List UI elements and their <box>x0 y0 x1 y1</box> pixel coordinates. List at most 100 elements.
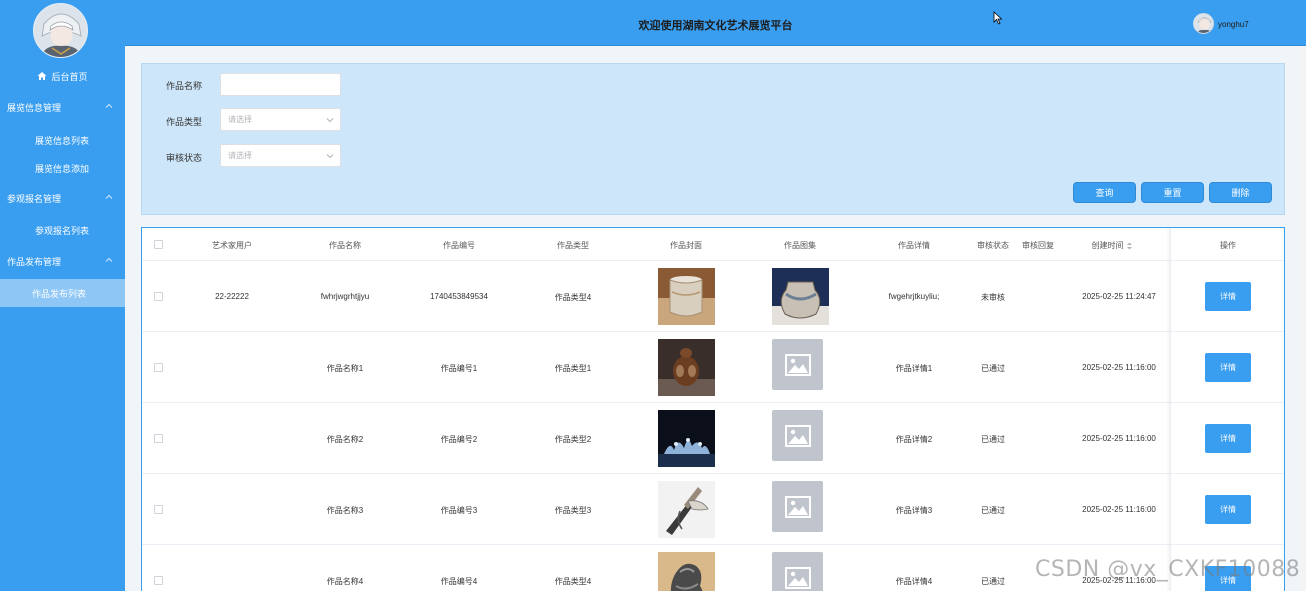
image-placeholder-icon <box>784 566 811 589</box>
detail-button[interactable]: 详情 <box>1205 353 1251 382</box>
select-all-checkbox[interactable] <box>154 240 163 249</box>
sidebar-item-works-list[interactable]: 作品发布列表 <box>0 279 125 307</box>
col-detail: 作品详情 <box>898 241 930 250</box>
row-checkbox[interactable] <box>154 292 163 301</box>
image-placeholder-icon <box>784 495 811 518</box>
sidebar-home[interactable]: 后台首页 <box>0 69 125 83</box>
menu-group-visit[interactable]: 参观报名管理 <box>0 188 125 208</box>
cell-type: 作品类型3 <box>554 506 592 515</box>
chevron-down-icon <box>326 118 334 123</box>
chevron-up-icon <box>105 257 113 262</box>
menu-group-label: 作品发布管理 <box>7 256 62 267</box>
gallery-placeholder[interactable] <box>772 552 823 591</box>
col-name: 作品名称 <box>329 241 361 250</box>
cell-name: 作品名称2 <box>326 435 364 444</box>
cell-name: 作品名称3 <box>326 506 364 515</box>
cover-image[interactable] <box>658 410 715 467</box>
cell-status: 已通过 <box>981 435 1005 444</box>
cell-created: 2025-02-25 11:16:00 <box>1082 434 1156 443</box>
cell-code: 作品编号4 <box>440 577 478 586</box>
type-select-placeholder: 请选择 <box>228 115 252 124</box>
chevron-up-icon <box>105 103 113 108</box>
col-cover: 作品封面 <box>670 241 702 250</box>
sidebar-item-exhibition-list[interactable]: 展览信息列表 <box>0 131 125 149</box>
sidebar-item-visit-list[interactable]: 参观报名列表 <box>0 221 125 239</box>
name-input[interactable] <box>220 73 341 96</box>
cell-code: 作品编号1 <box>440 364 478 373</box>
cell-type: 作品类型1 <box>554 364 592 373</box>
status-label: 审核状态 <box>166 153 203 163</box>
menu-group-works[interactable]: 作品发布管理 <box>0 251 125 271</box>
watermark: CSDN @vx_CXKF10088 <box>1035 557 1301 582</box>
table-row: 作品名称1 作品编号1 作品类型1 作品详情1 已通过 2025-02-25 1… <box>142 332 1284 403</box>
status-select-placeholder: 请选择 <box>228 151 252 160</box>
sidebar-item-label: 展览信息添加 <box>35 163 90 174</box>
cell-code: 作品编号2 <box>440 435 478 444</box>
sidebar-item-label: 参观报名列表 <box>35 225 90 236</box>
cell-status: 已通过 <box>981 506 1005 515</box>
cover-image[interactable] <box>658 268 715 325</box>
type-select[interactable]: 请选择 <box>220 108 341 131</box>
gallery-placeholder[interactable] <box>772 339 823 390</box>
user-avatar[interactable] <box>1193 13 1214 34</box>
sidebar-item-exhibition-add[interactable]: 展览信息添加 <box>0 159 125 177</box>
gallery-placeholder[interactable] <box>772 481 823 532</box>
sidebar-item-label: 作品发布列表 <box>32 288 87 299</box>
cover-image[interactable] <box>658 339 715 396</box>
col-code: 作品编号 <box>443 241 475 250</box>
reset-button[interactable]: 重置 <box>1141 182 1204 203</box>
cell-created: 2025-02-25 11:16:00 <box>1082 505 1156 514</box>
works-table: 艺术家用户 作品名称 作品编号 作品类型 作品封面 作品图集 作品详情 审核状态… <box>141 227 1285 591</box>
mouse-cursor-icon <box>993 11 1003 25</box>
menu-group-label: 展览信息管理 <box>7 102 62 113</box>
table-header: 艺术家用户 作品名称 作品编号 作品类型 作品封面 作品图集 作品详情 审核状态… <box>142 228 1284 261</box>
sidebar-item-label: 展览信息列表 <box>35 135 90 146</box>
cell-detail: 作品详情1 <box>895 364 933 373</box>
detail-button[interactable]: 详情 <box>1205 424 1251 453</box>
image-placeholder-icon <box>784 353 811 376</box>
cell-type: 作品类型4 <box>554 577 592 586</box>
cell-code: 1740453849534 <box>430 292 488 301</box>
menu-group-exhibition[interactable]: 展览信息管理 <box>0 97 125 117</box>
col-created-label: 创建时间 <box>1091 241 1124 250</box>
status-select[interactable]: 请选择 <box>220 144 341 167</box>
cell-status: 已通过 <box>981 364 1005 373</box>
col-gallery: 作品图集 <box>784 241 816 250</box>
type-label: 作品类型 <box>166 117 203 127</box>
sidebar-home-label: 后台首页 <box>51 71 88 82</box>
cell-created: 2025-02-25 11:16:00 <box>1082 363 1156 372</box>
chevron-down-icon <box>326 154 334 159</box>
row-checkbox[interactable] <box>154 505 163 514</box>
cell-name: fwhrjwgrhtjjyu <box>320 292 370 301</box>
table-row: 22-22222 fwhrjwgrhtjjyu 1740453849534 作品… <box>142 261 1284 332</box>
table-row: 作品名称3 作品编号3 作品类型3 作品详情3 已通过 2025-02-25 1… <box>142 474 1284 545</box>
cell-type: 作品类型4 <box>554 293 592 302</box>
page-title: 欢迎使用湖南文化艺术展览平台 <box>638 20 793 32</box>
chevron-up-icon <box>105 194 113 199</box>
cover-image[interactable] <box>658 481 715 538</box>
col-action: 操作 <box>1220 241 1236 250</box>
cell-detail: fwgehrjtkuyliu; <box>888 292 940 301</box>
row-checkbox[interactable] <box>154 363 163 372</box>
image-placeholder-icon <box>784 424 811 447</box>
sort-icon[interactable] <box>1127 242 1133 250</box>
avatar[interactable] <box>33 3 88 58</box>
row-checkbox[interactable] <box>154 434 163 443</box>
cell-artist: 22-22222 <box>215 292 249 301</box>
query-button[interactable]: 查询 <box>1073 182 1136 203</box>
cover-image[interactable] <box>658 552 715 591</box>
cell-type: 作品类型2 <box>554 435 592 444</box>
delete-button[interactable]: 删除 <box>1209 182 1272 203</box>
user-name[interactable]: yonghu7 <box>1218 20 1249 29</box>
col-status: 审核状态 <box>977 241 1009 250</box>
col-created[interactable]: 创建时间 <box>1092 240 1133 251</box>
row-checkbox[interactable] <box>154 576 163 585</box>
top-header: 欢迎使用湖南文化艺术展览平台 yonghu7 <box>125 0 1306 46</box>
page-scrollbar[interactable] <box>1299 46 1306 591</box>
gallery-image[interactable] <box>772 268 829 325</box>
gallery-placeholder[interactable] <box>772 410 823 461</box>
detail-button[interactable]: 详情 <box>1205 282 1251 311</box>
detail-button[interactable]: 详情 <box>1205 495 1251 524</box>
cell-detail: 作品详情2 <box>895 435 933 444</box>
name-label: 作品名称 <box>166 81 203 91</box>
